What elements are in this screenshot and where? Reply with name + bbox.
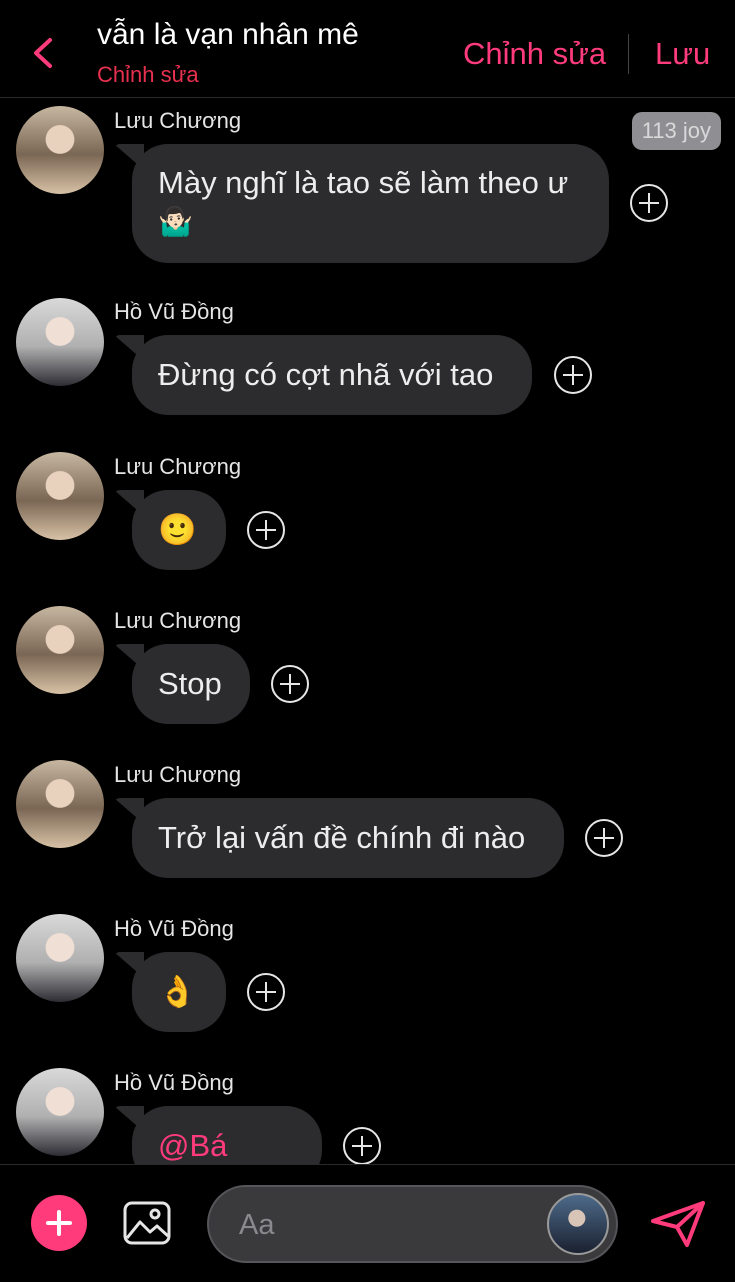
message-text: Stop xyxy=(158,666,222,701)
message-bubble[interactable]: 🙂 xyxy=(132,490,226,570)
sender-name: Lưu Chương xyxy=(114,454,242,479)
sender-name: Hồ Vũ Đồng xyxy=(114,299,234,324)
sender-name: Hồ Vũ Đồng xyxy=(114,1070,234,1095)
add-reaction-icon[interactable] xyxy=(630,184,668,222)
message-row: Hồ Vũ Đồng Đừng có cợt nhã với tao xyxy=(0,293,735,423)
message-bubble[interactable]: Mày nghĩ là tao sẽ làm theo ư 🤷🏻‍♂️ xyxy=(132,144,609,263)
composer-bar xyxy=(0,1164,735,1282)
chat-header: vẫn là vạn nhân mê Chỉnh sửa Chỉnh sửa L… xyxy=(0,0,735,98)
message-text: 🙂 xyxy=(158,512,197,547)
sender-name: Lưu Chương xyxy=(114,762,242,787)
avatar-ho-vu-dong[interactable] xyxy=(16,298,104,386)
back-chevron-icon[interactable] xyxy=(28,36,58,70)
mention-text[interactable]: @Bá Viễn xyxy=(158,1128,227,1164)
message-input-box[interactable] xyxy=(207,1185,618,1263)
message-row: Lưu Chương 113 joy Mày nghĩ là tao sẽ là… xyxy=(0,98,735,288)
add-reaction-icon[interactable] xyxy=(247,973,285,1011)
message-row: Lưu Chương Stop xyxy=(0,602,735,732)
message-row: Hồ Vũ Đồng 👌 xyxy=(0,910,735,1040)
chat-title: vẫn là vạn nhân mê xyxy=(97,18,359,51)
message-row: Lưu Chương Trở lại vấn đề chính đi nào xyxy=(0,756,735,886)
add-reaction-icon[interactable] xyxy=(554,356,592,394)
avatar-ho-vu-dong[interactable] xyxy=(16,914,104,1002)
add-reaction-icon[interactable] xyxy=(247,511,285,549)
message-bubble[interactable]: Stop xyxy=(132,644,250,724)
save-button[interactable]: Lưu xyxy=(655,36,710,72)
add-reaction-icon[interactable] xyxy=(271,665,309,703)
send-icon[interactable] xyxy=(649,1199,707,1249)
avatar-luu-chuong[interactable] xyxy=(16,606,104,694)
input-avatar[interactable] xyxy=(547,1193,609,1255)
avatar-luu-chuong[interactable] xyxy=(16,106,104,194)
message-text: Đừng có cợt nhã với tao xyxy=(158,357,494,392)
message-bubble[interactable]: @Bá Viễn xyxy=(132,1106,322,1164)
sender-name: Hồ Vũ Đồng xyxy=(114,916,234,941)
message-list[interactable]: Lưu Chương 113 joy Mày nghĩ là tao sẽ là… xyxy=(0,98,735,1164)
message-input[interactable] xyxy=(237,1205,541,1245)
message-bubble[interactable]: Trở lại vấn đề chính đi nào xyxy=(132,798,564,878)
message-row: Hồ Vũ Đồng @Bá Viễn xyxy=(0,1064,735,1164)
add-reaction-icon[interactable] xyxy=(343,1127,381,1164)
sender-name: Lưu Chương xyxy=(114,608,242,633)
header-divider xyxy=(628,34,629,74)
message-text: 👌 xyxy=(158,974,197,1009)
sender-name: Lưu Chương xyxy=(114,108,242,133)
edit-button[interactable]: Chỉnh sửa xyxy=(463,36,606,72)
avatar-luu-chuong[interactable] xyxy=(16,452,104,540)
message-bubble[interactable]: Đừng có cợt nhã với tao xyxy=(132,335,532,415)
message-text: Trở lại vấn đề chính đi nào xyxy=(158,820,526,855)
message-row: Lưu Chương 🙂 xyxy=(0,448,735,578)
reaction-badge[interactable]: 113 joy xyxy=(631,112,721,150)
message-text: Mày nghĩ là tao sẽ làm theo ư xyxy=(158,165,569,200)
shrug-emoji: 🤷🏻‍♂️ xyxy=(158,206,193,237)
image-icon[interactable] xyxy=(122,1198,172,1248)
chat-subtitle[interactable]: Chỉnh sửa xyxy=(97,62,199,88)
add-button[interactable] xyxy=(31,1195,87,1251)
avatar-luu-chuong[interactable] xyxy=(16,760,104,848)
message-bubble[interactable]: 👌 xyxy=(132,952,226,1032)
avatar-ho-vu-dong[interactable] xyxy=(16,1068,104,1156)
add-reaction-icon[interactable] xyxy=(585,819,623,857)
